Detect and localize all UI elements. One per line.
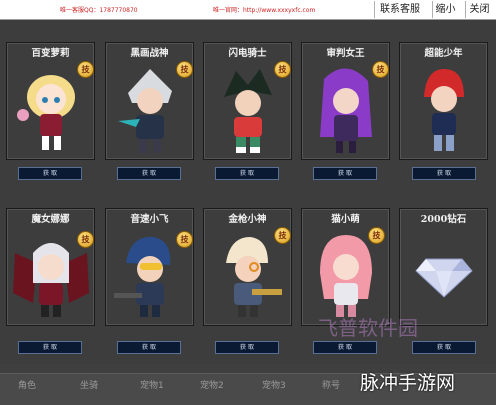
close-button[interactable]: 关闭 bbox=[465, 1, 493, 18]
card-8: 猫小萌 技 bbox=[301, 208, 390, 326]
card-6: 音速小飞 技 bbox=[105, 208, 194, 326]
card-9: 2000钻石 bbox=[399, 208, 488, 326]
top-bar: 唯一客服QQ：1787770870 唯一官网：http://www.xxxyxf… bbox=[0, 0, 496, 20]
card-2: 闪电骑士 技 bbox=[203, 42, 292, 160]
tab-title[interactable]: 称号 bbox=[322, 379, 340, 393]
claim-button[interactable]: 获 取 bbox=[117, 167, 181, 180]
diamond-icon bbox=[415, 258, 473, 298]
card-0: 百变萝莉 技 bbox=[6, 42, 95, 160]
official-site-text: 唯一官网：http://www.xxxyxfc.com bbox=[213, 7, 316, 14]
claim-button[interactable]: 获 取 bbox=[215, 341, 279, 354]
contact-support-button[interactable]: 联系客服 bbox=[374, 1, 425, 18]
claim-button[interactable]: 获 取 bbox=[18, 167, 82, 180]
skill-badge: 技 bbox=[176, 61, 193, 78]
skill-badge: 技 bbox=[274, 227, 291, 244]
brand-watermark: 脉冲手游网 bbox=[360, 372, 456, 394]
tab-pet-3[interactable]: 宠物3 bbox=[262, 379, 286, 393]
card-5: 魔女娜娜 技 bbox=[6, 208, 95, 326]
skill-badge: 技 bbox=[274, 61, 291, 78]
site-watermark: 飞普软件园 bbox=[318, 316, 418, 340]
support-qq-text: 唯一客服QQ：1787770870 bbox=[60, 7, 138, 14]
card-7: 金枪小神 技 bbox=[203, 208, 292, 326]
card-4: 超能少年 bbox=[399, 42, 488, 160]
tab-pet-2[interactable]: 宠物2 bbox=[200, 379, 224, 393]
minimize-button[interactable]: 缩小 bbox=[432, 1, 458, 18]
card-3: 审判女王 技 bbox=[301, 42, 390, 160]
skill-badge: 技 bbox=[176, 231, 193, 248]
skill-badge: 技 bbox=[372, 61, 389, 78]
claim-button[interactable]: 获 取 bbox=[18, 341, 82, 354]
claim-button[interactable]: 获 取 bbox=[313, 341, 377, 354]
claim-button[interactable]: 获 取 bbox=[117, 341, 181, 354]
character-portrait bbox=[424, 69, 464, 151]
skill-badge: 技 bbox=[77, 231, 94, 248]
skill-badge: 技 bbox=[77, 61, 94, 78]
claim-button[interactable]: 获 取 bbox=[313, 167, 377, 180]
skill-badge: 技 bbox=[368, 227, 385, 244]
claim-button[interactable]: 获 取 bbox=[412, 341, 476, 354]
tab-mount[interactable]: 坐骑 bbox=[80, 379, 98, 393]
claim-button[interactable]: 获 取 bbox=[215, 167, 279, 180]
card-1: 黑画战神 技 bbox=[105, 42, 194, 160]
tab-role[interactable]: 角色 bbox=[18, 379, 36, 393]
claim-button[interactable]: 获 取 bbox=[412, 167, 476, 180]
tab-pet-1[interactable]: 宠物1 bbox=[140, 379, 164, 393]
